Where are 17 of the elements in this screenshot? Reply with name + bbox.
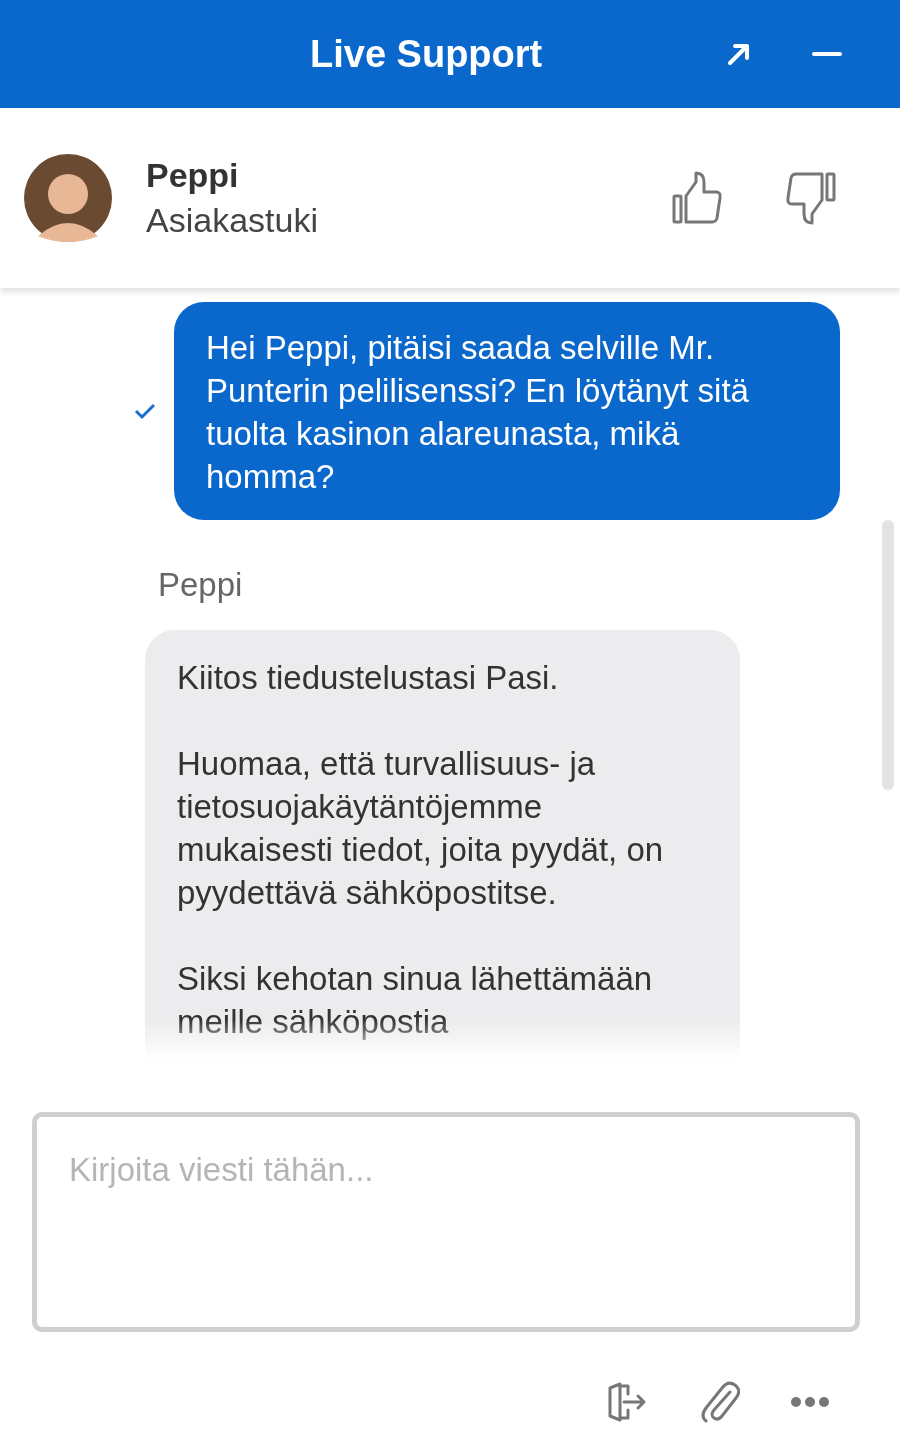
thumbs-down-icon (784, 170, 836, 226)
sender-name: Peppi (158, 566, 243, 604)
agent-name: Peppi (146, 156, 240, 195)
paperclip-icon (700, 1380, 740, 1424)
scrollbar[interactable] (882, 520, 894, 790)
thumbs-up-button[interactable] (672, 170, 724, 226)
attach-button[interactable] (700, 1380, 740, 1424)
user-message: Hei Peppi, pitäisi saada selville Mr. Punterin pelilisenssi? En löytänyt sitä tuolta kasinon alareunasta, mikä homma? (174, 302, 840, 520)
message-field[interactable]: Kirjoita viesti tähän... (32, 1112, 860, 1332)
agent-role: Asiakastuki (146, 201, 319, 240)
minimize-icon (812, 52, 842, 56)
avatar-icon (24, 154, 112, 242)
thumbs-up-icon (672, 170, 724, 226)
thumbs-down-button[interactable] (784, 170, 836, 226)
more-icon (790, 1395, 830, 1409)
more-button[interactable] (790, 1395, 830, 1409)
window-title: Live Support (310, 32, 543, 76)
